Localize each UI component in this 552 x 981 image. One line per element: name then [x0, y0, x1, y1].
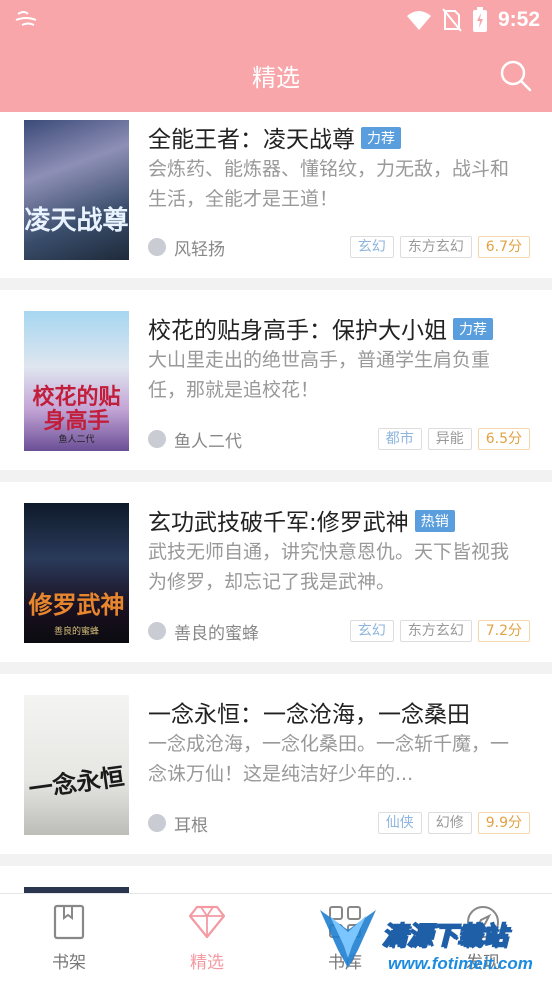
search-button[interactable]: [498, 58, 534, 94]
user-icon: [148, 622, 166, 640]
book-title: 玄功武技破千军:修罗武神 热销: [148, 503, 455, 537]
tag: 玄幻: [349, 236, 394, 258]
tag: 东方玄幻: [399, 236, 472, 258]
tag: 东方玄幻: [399, 620, 472, 642]
book-card[interactable]: 凌天战尊 全能王者：凌天战尊 力荐 会炼药、能炼器、懂铭纹，力无敌，战斗和生活，全…: [0, 112, 552, 278]
tag: 都市: [377, 428, 422, 450]
author-row: 鱼人二代: [148, 427, 242, 452]
book-cover: 校花的贴身高手 鱼人二代: [24, 311, 129, 451]
author-name: 鱼人二代: [174, 431, 242, 452]
tag: 异能: [427, 428, 472, 450]
book-description: 大山里走出的绝世高手，普通学生肩负重任，那就是追校花！: [148, 349, 491, 401]
hot-badge: 热销: [414, 510, 455, 532]
tag-list: 仙侠 幻修 9.9分: [377, 812, 530, 834]
score-tag: 7.2分: [477, 620, 530, 642]
tag-list: 都市 异能 6.5分: [377, 428, 530, 450]
clock: 9:52: [497, 8, 540, 31]
tab-label: 书架: [52, 953, 86, 973]
score-tag: 6.5分: [477, 428, 530, 450]
book-title: 校花的贴身高手：保护大小姐 力荐: [148, 311, 493, 345]
wifi-icon: [406, 11, 431, 30]
author-row: 善良的蜜蜂: [148, 619, 259, 644]
book-card[interactable]: 一念永恒 一念永恒：一念沧海，一念桑田 一念成沧海，一念化桑田。一念斩千魔，一念…: [0, 674, 552, 854]
cover-title: 凌天战尊: [24, 206, 129, 236]
tab-label: 精选: [190, 953, 224, 973]
book-title: 一念永恒：一念沧海，一念桑田: [148, 702, 470, 728]
book-card[interactable]: 校花的贴身高手 鱼人二代 校花的贴身高手：保护大小姐 力荐 大山里走出的绝世高手，…: [0, 290, 552, 470]
book-title: 全能王者：凌天战尊 力荐: [148, 120, 401, 154]
cover-author: 鱼人二代: [58, 435, 95, 445]
book-description: 武技无师自通，讲究快意恩仇。天下皆视我为修罗，却忘记了我是武神。: [148, 541, 510, 593]
tag: 仙侠: [377, 812, 422, 834]
watermark-logo-icon: [320, 910, 376, 968]
cover-title: 一念永恒: [26, 761, 126, 804]
book-description: 一念成沧海，一念化桑田。一念斩千魔，一念诛万仙！这是纯洁好少年的...: [148, 733, 510, 785]
cover-author: 善良的蜜蜂: [53, 627, 99, 637]
book-card[interactable]: 修罗武神 善良的蜜蜂 玄功武技破千军:修罗武神 热销 武技无师自通，讲究快意恩仇。…: [0, 482, 552, 662]
book-cover: 一念永恒: [24, 695, 129, 835]
page-title: 精选: [252, 64, 300, 92]
watermark-url: www.fotimeit.com: [388, 954, 533, 973]
tag-list: 玄幻 东方玄幻 7.2分: [349, 620, 530, 642]
tab-featured[interactable]: 精选: [167, 904, 247, 973]
book-cover: 凌天战尊: [24, 120, 129, 260]
notification-icon: [14, 8, 40, 34]
user-icon: [148, 430, 166, 448]
tag-list: 玄幻 东方玄幻 6.7分: [349, 236, 530, 258]
watermark-title: 清源下载站: [381, 920, 508, 951]
status-bar: 9:52: [0, 0, 552, 40]
app-header: 精选: [0, 40, 552, 112]
watermark: 清源下载站 www.fotimeit.com: [318, 906, 533, 980]
tab-bookshelf[interactable]: 书架: [29, 904, 109, 973]
author-name: 耳根: [174, 815, 208, 836]
no-sim-icon: [442, 8, 462, 32]
recommend-badge: 力荐: [453, 318, 493, 340]
user-icon: [148, 238, 166, 256]
search-icon: [500, 60, 532, 92]
score-tag: 6.7分: [477, 236, 530, 258]
book-description: 会炼药、能炼器、懂铭纹，力无敌，战斗和生活，全能才是王道！: [148, 158, 510, 210]
author-row: 耳根: [148, 811, 208, 836]
author-name: 风轻扬: [174, 239, 225, 260]
tag: 幻修: [427, 812, 472, 834]
score-tag: 9.9分: [477, 812, 530, 834]
status-right: 9:52: [406, 5, 540, 35]
author-name: 善良的蜜蜂: [174, 623, 259, 644]
recommend-badge: 力荐: [361, 127, 401, 149]
cover-title: 校花的贴身高手: [32, 383, 121, 434]
battery-icon: [472, 7, 487, 32]
author-row: 风轻扬: [148, 235, 225, 260]
book-icon: [53, 904, 85, 940]
diamond-icon: [188, 905, 226, 939]
book-cover: 修罗武神 善良的蜜蜂: [24, 503, 129, 643]
tag: 玄幻: [349, 620, 394, 642]
cover-title: 修罗武神: [28, 590, 125, 619]
user-icon: [148, 814, 166, 832]
